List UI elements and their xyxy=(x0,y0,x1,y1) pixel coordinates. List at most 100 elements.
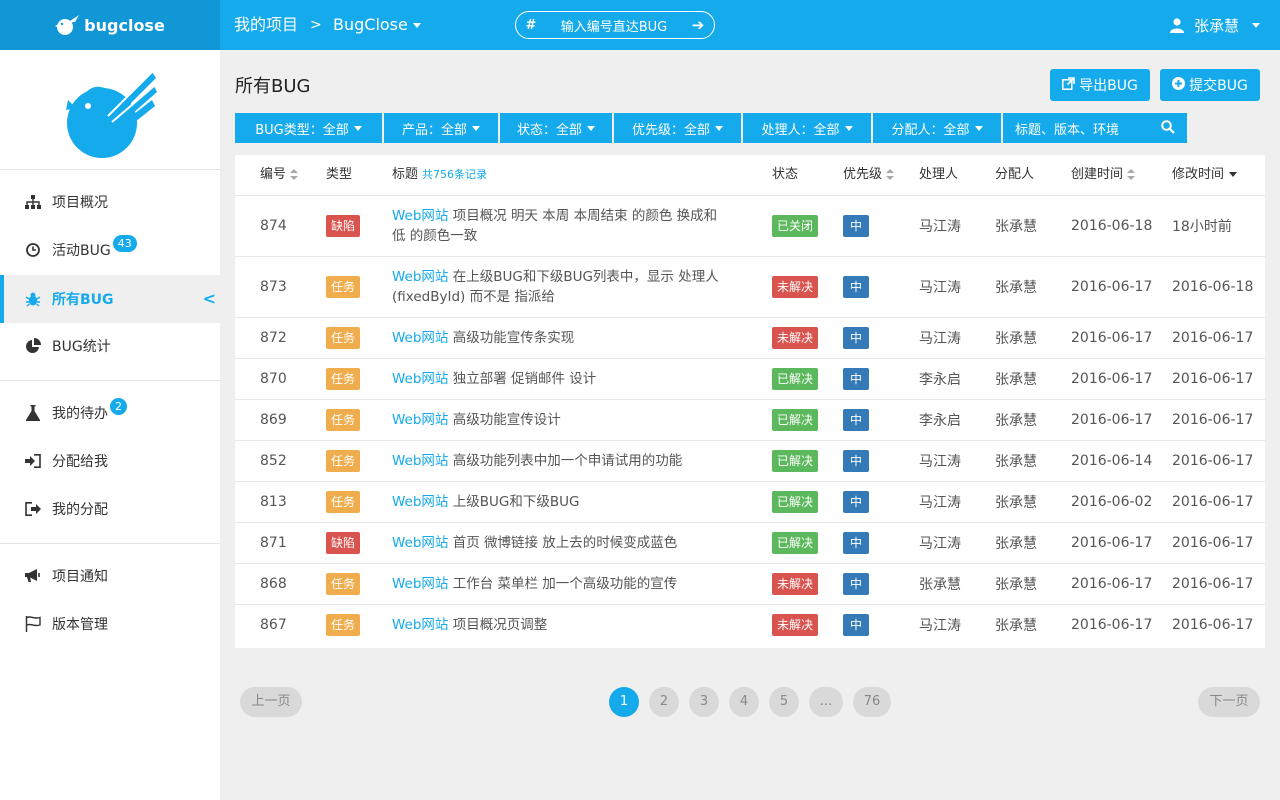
breadcrumb-my-projects[interactable]: 我的项目 xyxy=(234,0,298,50)
bug-title-text: 上级BUG和下级BUG xyxy=(448,494,580,510)
table-row[interactable]: 870 任务 Web网站 独立部署 促销邮件 设计 已解决 中 李永启 张承慧 2016-06… xyxy=(235,358,1265,399)
column-header-modified[interactable]: 修改时间 xyxy=(1172,155,1238,195)
table-row[interactable]: 813 任务 Web网站 上级BUG和下级BUG 已解决 中 马江涛 张承慧 2016-06-… xyxy=(235,481,1265,522)
product-link[interactable]: Web网站 xyxy=(392,535,448,551)
bug-title[interactable]: Web网站 高级功能宣传条实现 xyxy=(392,318,722,358)
product-link[interactable]: Web网站 xyxy=(392,576,448,592)
sidebar-item-versions[interactable]: 版本管理 xyxy=(0,600,220,648)
column-header-priority[interactable]: 优先级 xyxy=(843,155,895,195)
priority-badge-cell: 中 xyxy=(843,257,870,317)
sitemap-icon xyxy=(24,193,42,211)
product-link[interactable]: Web网站 xyxy=(392,494,448,510)
bug-title-text: 首页 微博链接 放上去的时候变成蓝色 xyxy=(448,535,678,551)
logo[interactable]: bugclose xyxy=(0,0,220,50)
arrow-right-icon[interactable]: ➔ xyxy=(682,16,714,34)
bug-title[interactable]: Web网站 独立部署 促销邮件 设计 xyxy=(392,359,722,399)
sidebar-item-all-bugs[interactable]: 所有BUG < xyxy=(0,275,220,323)
bug-title[interactable]: Web网站 首页 微博链接 放上去的时候变成蓝色 xyxy=(392,523,722,563)
status-badge-cell: 未解决 xyxy=(772,257,819,317)
bug-title[interactable]: Web网站 高级功能宣传设计 xyxy=(392,400,722,440)
type-badge: 任务 xyxy=(326,276,361,298)
bug-table: 编号 类型 标题 共756条记录 状态 优先级 处理人 分配人 创建时间 修改时间… xyxy=(235,155,1265,648)
filter-priority[interactable]: 优先级：全部 xyxy=(614,113,741,143)
product-link[interactable]: Web网站 xyxy=(392,330,448,346)
header-label: 状态 xyxy=(772,167,799,182)
bullhorn-icon xyxy=(24,567,42,585)
project-selector[interactable]: BugClose xyxy=(333,0,421,50)
submit-bug-button[interactable]: 提交BUG xyxy=(1160,69,1260,101)
bug-title[interactable]: Web网站 在上级BUG和下级BUG列表中，显示 处理人(fixedById) … xyxy=(392,257,722,317)
sidebar-item-label: 活动BUG xyxy=(52,243,111,259)
bug-id: 813 xyxy=(260,494,287,510)
product-link[interactable]: Web网站 xyxy=(392,453,448,469)
bug-title-text: 高级功能宣传设计 xyxy=(448,412,561,428)
prev-page-button[interactable]: 上一页 xyxy=(240,687,302,717)
product-link[interactable]: Web网站 xyxy=(392,371,448,387)
table-row[interactable]: 872 任务 Web网站 高级功能宣传条实现 未解决 中 马江涛 张承慧 2016-06-17… xyxy=(235,317,1265,358)
sidebar-item-bug-stats[interactable]: BUG统计 xyxy=(0,322,220,370)
modified-date: 2016-06-17 xyxy=(1172,412,1254,428)
table-row[interactable]: 873 任务 Web网站 在上级BUG和下级BUG列表中，显示 处理人(fixedB… xyxy=(235,256,1265,317)
sidebar-item-active-bugs[interactable]: 活动BUG 43 xyxy=(0,226,220,274)
product-link[interactable]: Web网站 xyxy=(392,269,448,285)
next-page-button[interactable]: 下一页 xyxy=(1198,687,1260,717)
filter-bug-type[interactable]: BUG类型：全部 xyxy=(235,113,382,143)
column-header-created[interactable]: 创建时间 xyxy=(1071,155,1136,195)
bug-jump-input[interactable]: # 输入编号直达BUG ➔ xyxy=(515,11,715,39)
bug-title[interactable]: Web网站 高级功能列表中加一个申请试用的功能 xyxy=(392,441,722,481)
chevron-down-icon xyxy=(353,125,362,131)
priority-badge: 中 xyxy=(843,368,870,390)
product-link[interactable]: Web网站 xyxy=(392,617,448,633)
table-row[interactable]: 871 缺陷 Web网站 首页 微博链接 放上去的时候变成蓝色 已解决 中 马江涛 张承慧 2… xyxy=(235,522,1265,563)
column-header-handler: 处理人 xyxy=(919,155,958,195)
status-badge: 已解决 xyxy=(772,368,819,390)
page-number-button[interactable]: 5 xyxy=(769,687,799,717)
bug-title[interactable]: Web网站 项目概况页调整 xyxy=(392,605,722,645)
assigner-name: 张承慧 xyxy=(995,495,1037,511)
sidebar-item-my-assignments[interactable]: 我的分配 xyxy=(0,485,220,533)
priority-badge: 中 xyxy=(843,532,870,554)
filter-handler[interactable]: 处理人：全部 xyxy=(743,113,871,143)
sidebar-item-notifications[interactable]: 项目通知 xyxy=(0,552,220,600)
filter-label: 优先级：全部 xyxy=(631,122,710,138)
product-link[interactable]: Web网站 xyxy=(392,412,448,428)
page-number-button[interactable]: 1 xyxy=(609,687,639,717)
filter-assigner[interactable]: 分配人：全部 xyxy=(873,113,1001,143)
status-badge: 已关闭 xyxy=(772,215,819,237)
project-selector-label: BugClose xyxy=(333,15,408,34)
page-number-button[interactable]: 4 xyxy=(729,687,759,717)
priority-badge-cell: 中 xyxy=(843,564,870,604)
column-header-id[interactable]: 编号 xyxy=(260,155,299,195)
priority-badge: 中 xyxy=(843,215,870,237)
page-number-button[interactable]: 76 xyxy=(853,687,891,717)
table-row[interactable]: 868 任务 Web网站 工作台 菜单栏 加一个高级功能的宣传 未解决 中 张承慧 张承慧 2… xyxy=(235,563,1265,604)
logo-text: bugclose xyxy=(84,15,165,35)
assigner-name: 张承慧 xyxy=(995,454,1037,470)
page-number-button[interactable]: … xyxy=(809,687,843,717)
table-row[interactable]: 869 任务 Web网站 高级功能宣传设计 已解决 中 李永启 张承慧 2016-06-17 2… xyxy=(235,399,1265,440)
filter-status[interactable]: 状态：全部 xyxy=(500,113,612,143)
table-row[interactable]: 852 任务 Web网站 高级功能列表中加一个申请试用的功能 已解决 中 马江涛 张承慧 20… xyxy=(235,440,1265,481)
bug-title[interactable]: Web网站 工作台 菜单栏 加一个高级功能的宣传 xyxy=(392,564,722,604)
sidebar-item-label: 分配给我 xyxy=(52,454,108,470)
user-menu[interactable]: 张承慧 xyxy=(1169,0,1260,50)
bug-title[interactable]: Web网站 项目概况 明天 本周 本周结束 的颜色 换成和 低 的颜色一致 xyxy=(392,196,722,256)
column-header-status: 状态 xyxy=(772,155,798,195)
product-link[interactable]: Web网站 xyxy=(392,208,448,224)
filter-product[interactable]: 产品：全部 xyxy=(384,113,498,143)
search-icon[interactable] xyxy=(1161,120,1175,138)
chevron-down-icon xyxy=(587,125,595,131)
table-row[interactable]: 874 缺陷 Web网站 项目概况 明天 本周 本周结束 的颜色 换成和 低 的颜色… xyxy=(235,195,1265,256)
filter-search-input[interactable]: 标题、版本、环境 xyxy=(1003,113,1187,143)
sidebar-item-my-todo[interactable]: 我的待办 2 xyxy=(0,389,220,437)
page-number-button[interactable]: 3 xyxy=(689,687,719,717)
sidebar-item-assigned-to-me[interactable]: 分配给我 xyxy=(0,437,220,485)
priority-badge-cell: 中 xyxy=(843,318,870,358)
page-number-button[interactable]: 2 xyxy=(649,687,679,717)
export-bug-button[interactable]: 导出BUG xyxy=(1050,69,1150,101)
bug-title[interactable]: Web网站 上级BUG和下级BUG xyxy=(392,482,722,522)
status-badge: 未解决 xyxy=(772,327,819,349)
sidebar-item-overview[interactable]: 项目概况 xyxy=(0,178,220,226)
table-row[interactable]: 867 任务 Web网站 项目概况页调整 未解决 中 马江涛 张承慧 2016-06-17 20… xyxy=(235,604,1265,645)
bug-id: 868 xyxy=(260,576,287,592)
